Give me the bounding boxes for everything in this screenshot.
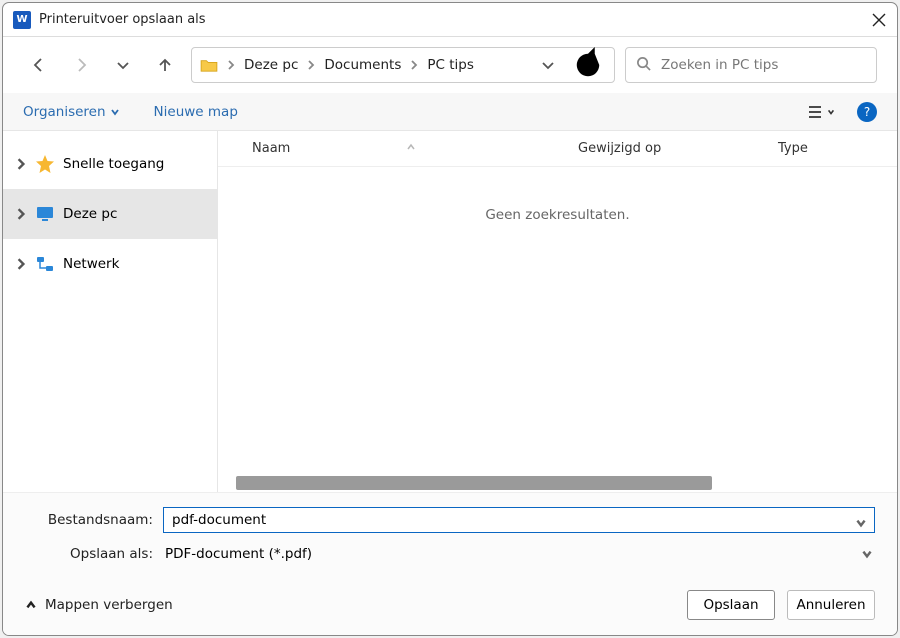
- scrollbar-thumb[interactable]: [236, 476, 712, 490]
- sidebar-item-this-pc[interactable]: Deze pc: [3, 189, 217, 239]
- pc-icon: [35, 204, 55, 224]
- sidebar-item-label: Netwerk: [63, 256, 119, 272]
- sidebar-item-label: Deze pc: [63, 206, 117, 222]
- nav-bar: Deze pc Documents PC tips Zoeken in PC t…: [3, 37, 897, 93]
- star-icon: [35, 154, 55, 174]
- chevron-right-icon[interactable]: [15, 158, 27, 170]
- filename-history-dropdown[interactable]: [855, 514, 867, 526]
- hide-folders-toggle[interactable]: Mappen verbergen: [25, 597, 173, 613]
- sidebar-item-label: Snelle toegang: [63, 156, 164, 172]
- address-bar[interactable]: Deze pc Documents PC tips: [191, 47, 615, 83]
- new-folder-button[interactable]: Nieuwe map: [154, 104, 238, 120]
- address-dropdown[interactable]: [532, 49, 564, 81]
- body-area: Snelle toegang Deze pc Netwerk Naam: [3, 131, 897, 492]
- horizontal-scrollbar[interactable]: [236, 474, 879, 492]
- search-icon: [636, 56, 651, 75]
- cancel-button[interactable]: Annuleren: [787, 590, 875, 620]
- nav-recent-dropdown[interactable]: [107, 49, 139, 81]
- file-list: Naam Gewijzigd op Type Geen zoekresultat…: [218, 131, 897, 492]
- column-header-name[interactable]: Naam: [218, 141, 578, 156]
- chevron-right-icon: [226, 60, 236, 70]
- network-icon: [35, 254, 55, 274]
- footer: Mappen verbergen Opslaan Annuleren: [3, 575, 897, 635]
- search-box[interactable]: Zoeken in PC tips: [625, 47, 877, 83]
- nav-back-button[interactable]: [23, 49, 55, 81]
- save-button[interactable]: Opslaan: [687, 590, 775, 620]
- organize-menu[interactable]: Organiseren: [23, 104, 120, 120]
- filename-input[interactable]: [163, 507, 875, 533]
- breadcrumb-segment[interactable]: Documents: [322, 55, 403, 75]
- form-area: Bestandsnaam: Opslaan als: PDF-document …: [3, 492, 897, 575]
- nav-tree: Snelle toegang Deze pc Netwerk: [3, 131, 218, 492]
- sidebar-item-quick-access[interactable]: Snelle toegang: [3, 139, 217, 189]
- sort-asc-icon: [406, 141, 416, 156]
- sidebar-item-network[interactable]: Netwerk: [3, 239, 217, 289]
- empty-results-text: Geen zoekresultaten.: [218, 207, 897, 223]
- breadcrumb-segment[interactable]: PC tips: [425, 55, 476, 75]
- toolbar: Organiseren Nieuwe map ?: [3, 93, 897, 131]
- window-title: Printeruitvoer opslaan als: [39, 12, 871, 27]
- help-button[interactable]: ?: [857, 102, 877, 122]
- nav-forward-button[interactable]: [65, 49, 97, 81]
- folder-icon: [200, 58, 218, 72]
- column-headers: Naam Gewijzigd op Type: [218, 131, 897, 167]
- column-header-type[interactable]: Type: [778, 141, 897, 156]
- refresh-button[interactable]: [570, 47, 606, 83]
- chevron-right-icon: [409, 60, 419, 70]
- chevron-down-icon: [861, 548, 873, 560]
- chevron-right-icon[interactable]: [15, 208, 27, 220]
- chevron-right-icon: [306, 60, 316, 70]
- titlebar: Printeruitvoer opslaan als: [3, 3, 897, 37]
- saveas-label: Opslaan als:: [25, 546, 163, 562]
- view-menu[interactable]: [801, 100, 841, 124]
- column-header-modified[interactable]: Gewijzigd op: [578, 141, 778, 156]
- search-placeholder: Zoeken in PC tips: [661, 57, 778, 73]
- word-app-icon: [13, 11, 31, 29]
- save-dialog-window: Printeruitvoer opslaan als Deze pc Docum…: [2, 2, 898, 636]
- close-icon[interactable]: [871, 12, 887, 28]
- saveas-type-select[interactable]: PDF-document (*.pdf): [163, 541, 875, 567]
- nav-up-button[interactable]: [149, 49, 181, 81]
- breadcrumb-segment[interactable]: Deze pc: [242, 55, 300, 75]
- filename-label: Bestandsnaam:: [25, 512, 163, 528]
- chevron-right-icon[interactable]: [15, 258, 27, 270]
